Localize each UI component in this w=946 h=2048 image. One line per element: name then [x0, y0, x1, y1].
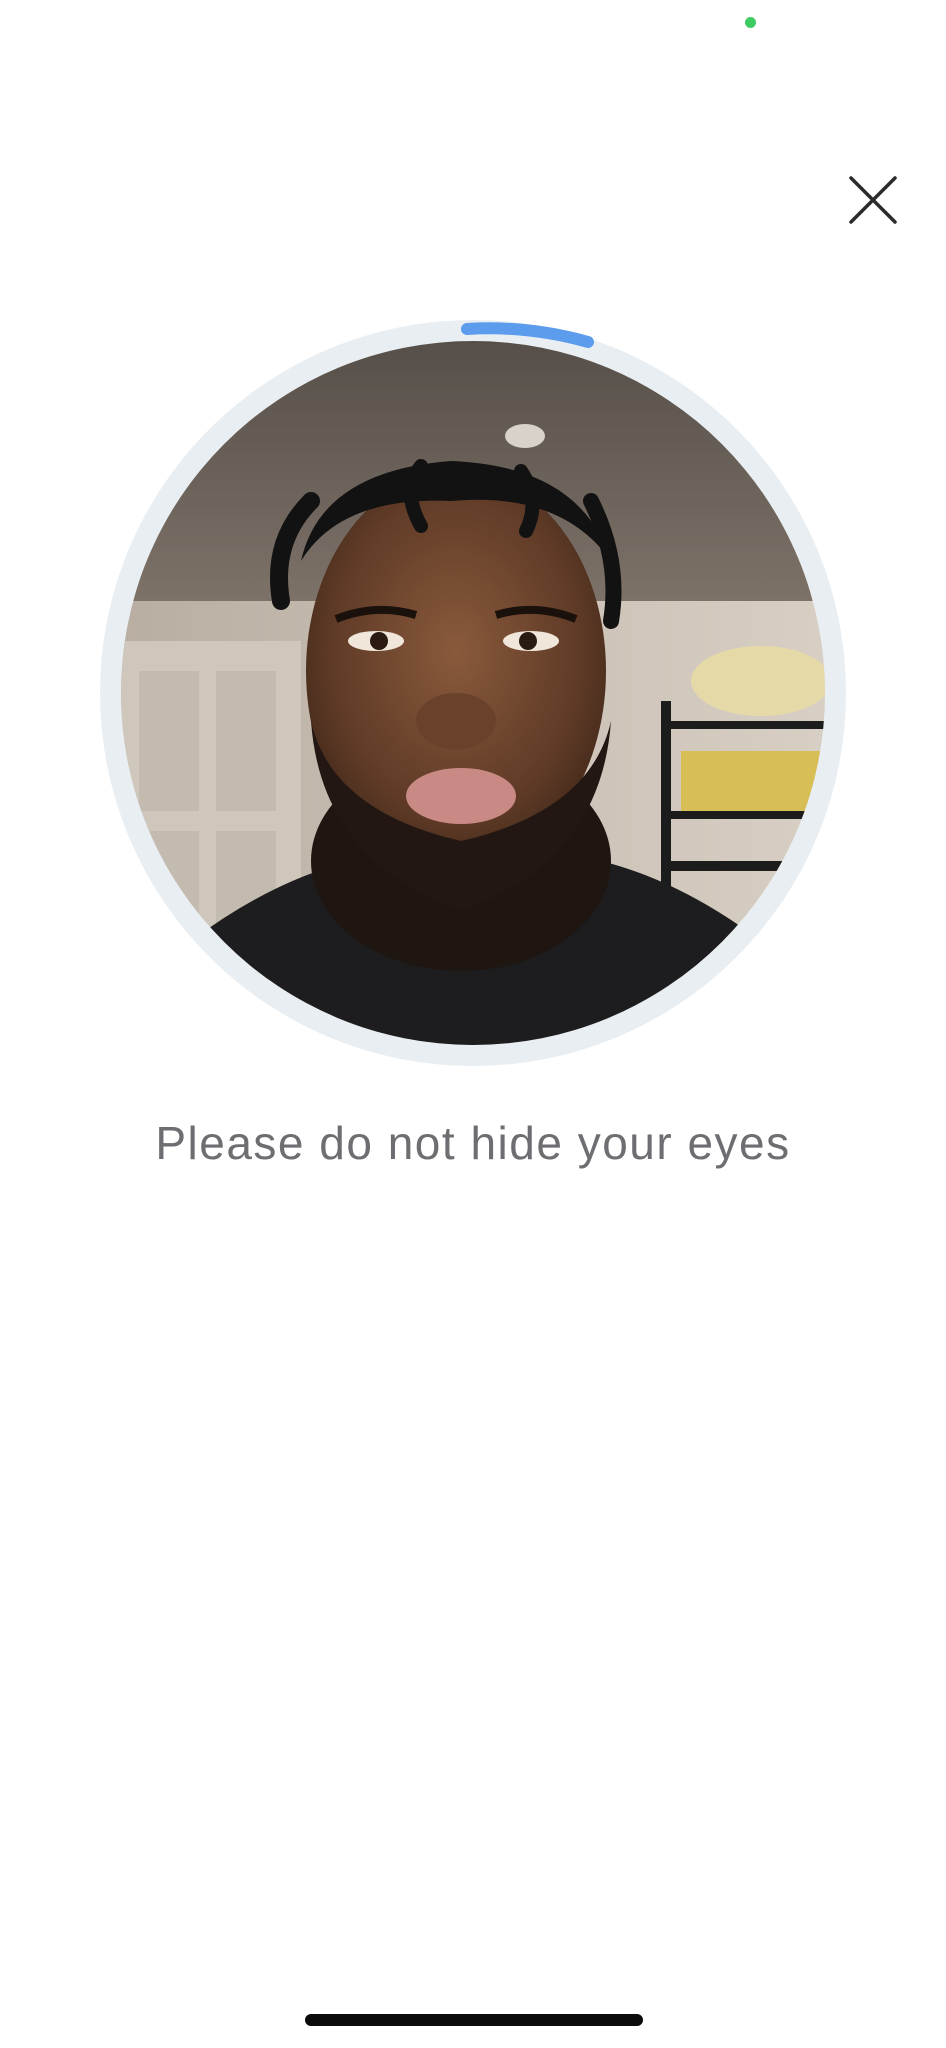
- close-icon: [849, 176, 897, 224]
- privacy-indicator-dot: [745, 17, 756, 28]
- home-indicator[interactable]: [305, 2014, 643, 2026]
- close-button[interactable]: [845, 172, 901, 228]
- camera-preview: [121, 341, 825, 1045]
- instruction-text: Please do not hide your eyes: [155, 1117, 791, 1169]
